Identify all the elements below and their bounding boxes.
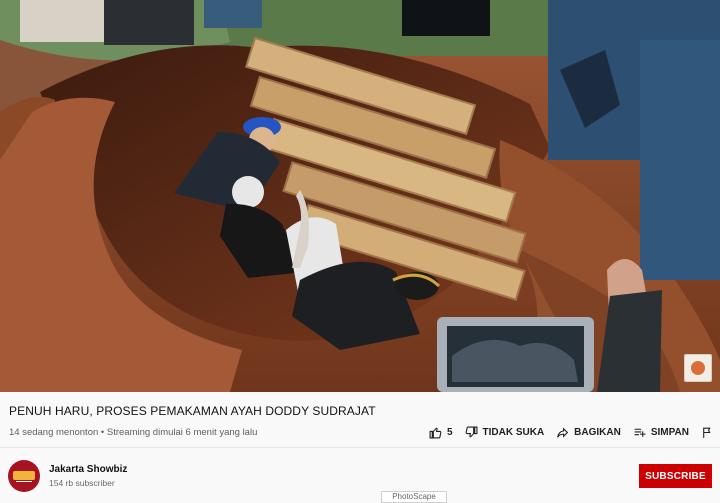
playlist-add-icon [634,428,646,437]
channel-name[interactable]: Jakarta Showbiz [49,464,127,475]
channel-info: Jakarta Showbiz 154 rb subscriber [8,460,127,492]
video-actions: 5 TIDAK SUKA BAGIKAN SIMPAN [429,426,714,439]
report-button[interactable] [701,426,714,439]
channel-avatar[interactable] [8,460,40,492]
subscribe-button[interactable]: SUBSCRIBE [639,464,712,488]
share-label: BAGIKAN [574,427,621,438]
video-title: PENUH HARU, PROSES PEMAKAMAN AYAH DODDY … [9,404,376,418]
flag-icon [703,427,711,438]
channel-watermark-icon [684,354,712,382]
thumbs-up-icon [429,427,442,439]
thumbs-down-icon [465,426,477,438]
dislike-button[interactable]: TIDAK SUKA [465,426,545,439]
like-count: 5 [446,427,453,438]
subscriber-count: 154 rb subscriber [49,478,115,488]
share-button[interactable]: BAGIKAN [556,426,621,439]
dislike-label: TIDAK SUKA [482,427,545,438]
burial-video-frame-icon [0,0,720,392]
video-player[interactable] [0,0,720,392]
save-label: SIMPAN [650,427,689,438]
video-meta: 14 sedang menonton • Streaming dimulai 6… [9,427,258,438]
share-icon [557,427,569,438]
like-button[interactable]: 5 [429,426,453,439]
section-divider [0,447,720,448]
watermark-label: PhotoScape [381,491,447,503]
save-button[interactable]: SIMPAN [633,426,689,439]
